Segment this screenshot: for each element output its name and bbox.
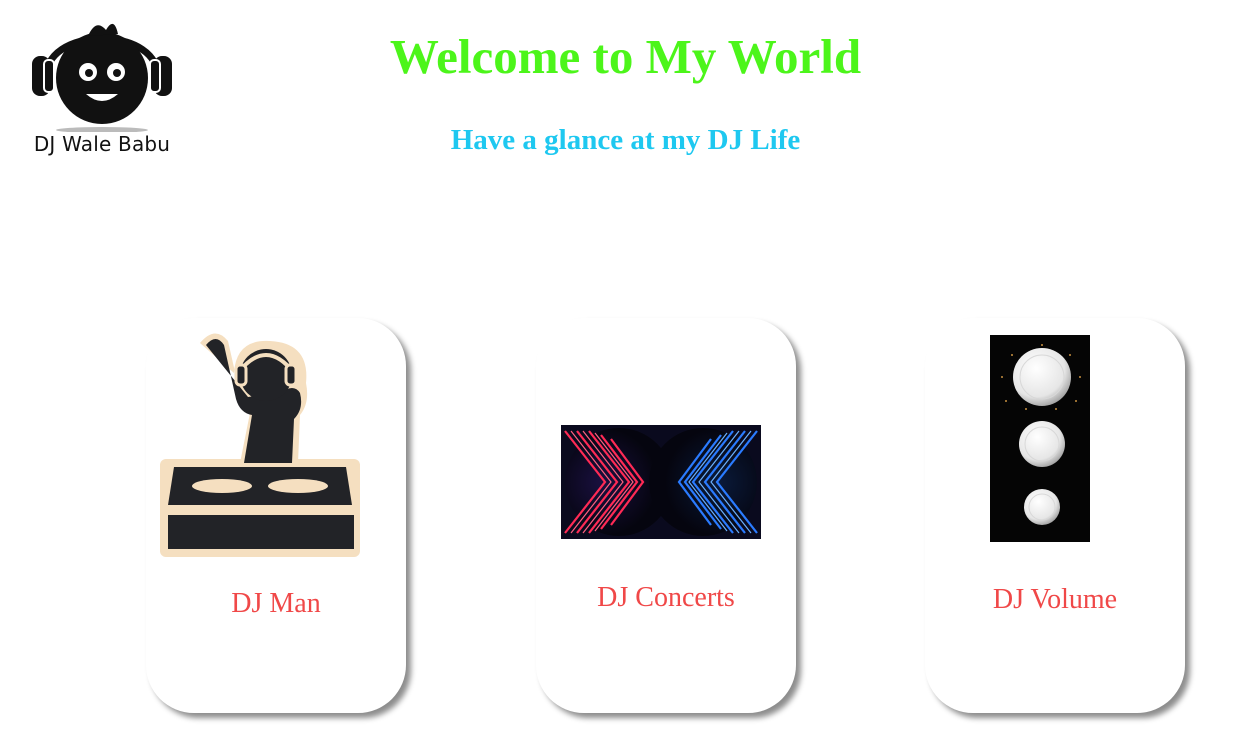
card-label: DJ Concerts xyxy=(597,582,735,613)
card-dj-volume[interactable]: DJ Volume xyxy=(925,318,1185,713)
card-dj-man[interactable]: DJ Man xyxy=(146,318,406,713)
page-subtitle: Have a glance at my DJ Life xyxy=(450,124,801,156)
dj-man-icon xyxy=(160,333,360,557)
card-label: DJ Man xyxy=(231,588,321,619)
card-label: DJ Volume xyxy=(992,584,1118,615)
volume-knobs-image xyxy=(990,335,1090,542)
card-dj-concerts[interactable]: DJ Concerts xyxy=(536,318,796,713)
neon-chevrons-image xyxy=(561,425,761,539)
page-title: Welcome to My World xyxy=(389,29,862,84)
page: DJ Wale Babu Welcome to My World Have a … xyxy=(0,0,1245,729)
